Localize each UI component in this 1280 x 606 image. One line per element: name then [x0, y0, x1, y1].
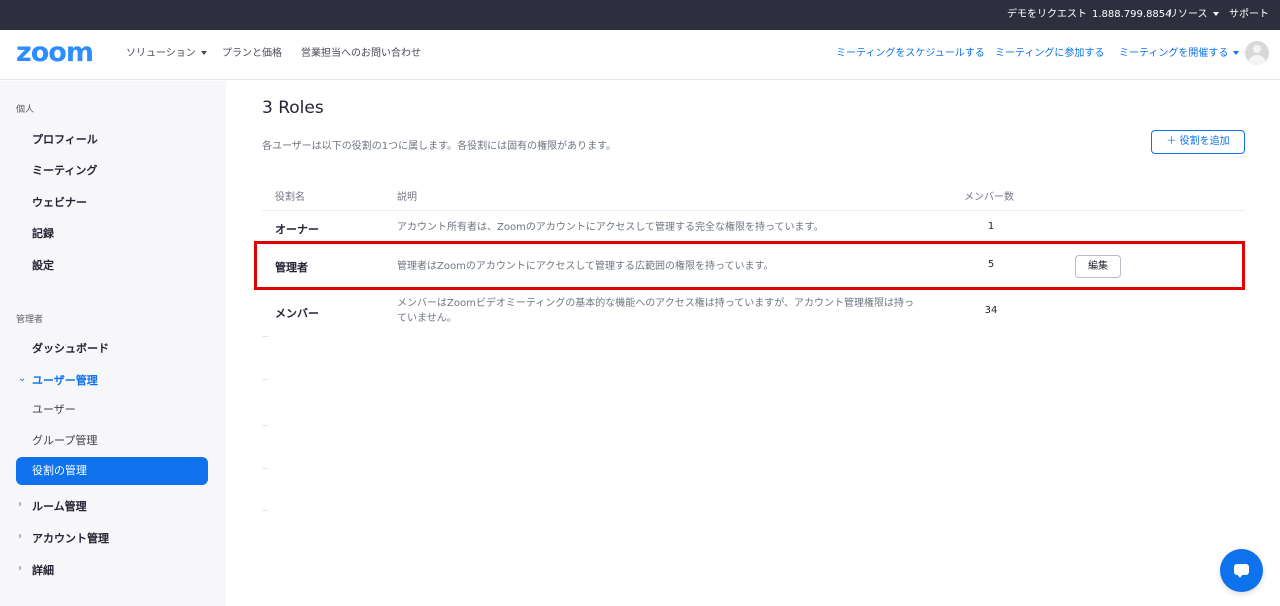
placeholder-dash: [262, 510, 268, 511]
sidebar-item-webinars[interactable]: ウェビナー: [32, 194, 87, 210]
role-members-owner: 1: [987, 221, 995, 232]
highlight-box: [254, 241, 1245, 290]
sidebar: 個人 プロフィール ミーティング ウェビナー 記録 設定 管理者 ダッシュボード…: [0, 81, 226, 606]
column-header-members: メンバー数: [964, 192, 1014, 203]
sidebar-item-users[interactable]: ユーザー: [32, 401, 76, 417]
avatar-head-icon: [1253, 45, 1261, 53]
sidebar-item-profile[interactable]: プロフィール: [32, 131, 98, 147]
resources-label: リソース: [1168, 9, 1208, 20]
chevron-right-icon: ›: [18, 499, 22, 510]
phone-number-link[interactable]: 1.888.799.8854: [1092, 0, 1172, 30]
sidebar-item-group-management[interactable]: グループ管理: [32, 432, 97, 448]
chat-button[interactable]: [1220, 549, 1263, 592]
sidebar-item-room-management[interactable]: ルーム管理: [32, 498, 87, 514]
avatar[interactable]: [1245, 41, 1269, 65]
zoom-logo[interactable]: zoom: [16, 38, 94, 68]
join-meeting-link[interactable]: ミーティングに参加する: [995, 30, 1104, 78]
role-members-member: 34: [984, 305, 998, 316]
sidebar-section-personal: 個人: [16, 105, 35, 115]
role-description-member: メンバーはZoomビデオミーティングの基本的な機能へのアクセス権は持っていますが…: [397, 298, 915, 324]
plus-icon: ＋: [1166, 136, 1180, 147]
table-header-divider: [262, 210, 1245, 211]
chevron-down-icon: ⌄: [18, 373, 27, 384]
main-navbar: zoom ソリューション プランと価格 営業担当へのお問い合わせ ミーティングを…: [0, 30, 1280, 80]
host-meeting-label: ミーティングを開催する: [1119, 48, 1229, 59]
resources-menu[interactable]: リソース: [1168, 0, 1219, 30]
sidebar-item-account-management[interactable]: アカウント管理: [32, 530, 109, 546]
column-header-name: 役割名: [275, 192, 305, 203]
sidebar-item-advanced[interactable]: 詳細: [32, 562, 54, 578]
chevron-right-icon: ›: [18, 563, 22, 574]
sidebar-section-admin: 管理者: [16, 315, 44, 325]
caret-down-icon: [200, 51, 207, 55]
column-header-description: 説明: [397, 192, 417, 203]
sidebar-item-meetings[interactable]: ミーティング: [32, 162, 97, 178]
sidebar-item-recordings[interactable]: 記録: [32, 225, 54, 241]
sidebar-item-user-management[interactable]: ユーザー管理: [32, 372, 98, 388]
contact-sales-link[interactable]: 営業担当へのお問い合わせ: [301, 30, 421, 78]
schedule-meeting-link[interactable]: ミーティングをスケジュールする: [836, 30, 985, 78]
avatar-body-icon: [1248, 55, 1266, 65]
page-title: 3 Roles: [262, 98, 324, 118]
plans-pricing-link[interactable]: プランと価格: [222, 30, 282, 78]
solutions-menu[interactable]: ソリューション: [126, 30, 207, 78]
sidebar-item-role-management[interactable]: 役割の管理: [16, 457, 208, 485]
placeholder-dash: [262, 425, 268, 426]
placeholder-dash: [262, 468, 268, 469]
chevron-right-icon: ›: [18, 531, 22, 542]
page-description: 各ユーザーは以下の役割の1つに属します。各役割には固有の権限があります。: [262, 141, 617, 152]
role-name-owner[interactable]: オーナー: [275, 221, 319, 237]
role-name-member[interactable]: メンバー: [275, 305, 319, 321]
request-demo-link[interactable]: デモをリクエスト: [1007, 0, 1087, 30]
support-link[interactable]: サポート: [1229, 0, 1269, 30]
role-description-owner: アカウント所有者は、Zoomのアカウントにアクセスして管理する完全な権限を持って…: [397, 222, 824, 233]
sidebar-item-dashboard[interactable]: ダッシュボード: [32, 340, 109, 356]
add-role-button[interactable]: ＋ 役割を追加: [1151, 130, 1245, 154]
host-meeting-menu[interactable]: ミーティングを開催する: [1119, 30, 1240, 78]
top-utility-bar: デモをリクエスト 1.888.799.8854 リソース サポート: [0, 0, 1280, 30]
chat-bubble-tail-icon: [1237, 574, 1243, 578]
placeholder-dash: [262, 336, 268, 337]
caret-down-icon: [1212, 12, 1219, 16]
solutions-label: ソリューション: [126, 48, 196, 59]
placeholder-dash: [262, 379, 268, 380]
sidebar-item-settings[interactable]: 設定: [32, 257, 54, 273]
caret-down-icon: [1233, 51, 1240, 55]
add-role-label: 役割を追加: [1179, 136, 1230, 147]
